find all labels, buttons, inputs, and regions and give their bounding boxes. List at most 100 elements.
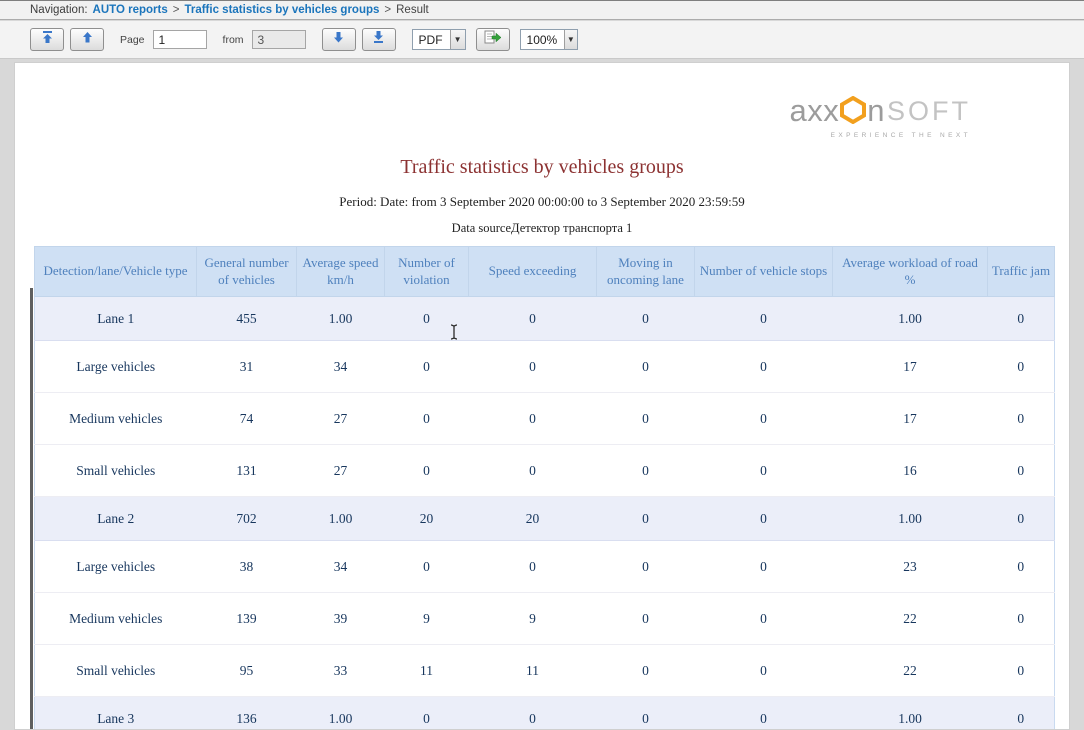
value-cell: 20 [385,497,469,541]
value-cell: 0 [469,445,597,497]
row-label-cell: Medium vehicles [35,593,197,645]
caret-down-icon: ▼ [450,30,465,49]
logo-text: n [867,93,885,129]
value-cell: 0 [695,645,833,697]
value-cell: 16 [833,445,988,497]
column-header: General number of vehicles [197,247,297,297]
column-header: Speed exceeding [469,247,597,297]
zoom-value: 100% [527,33,558,47]
value-cell: 0 [988,341,1055,393]
page-label: Page [120,34,145,46]
value-cell: 0 [695,593,833,645]
value-cell: 11 [385,645,469,697]
page-number-input[interactable] [153,30,207,49]
value-cell: 0 [597,341,695,393]
export-button[interactable] [476,28,510,51]
table-row: Lane 31361.0000001.000 [35,697,1055,730]
value-cell: 39 [297,593,385,645]
table-row: Lane 14551.0000001.000 [35,297,1055,341]
value-cell: 17 [833,341,988,393]
row-label-cell: Small vehicles [35,445,197,497]
value-cell: 1.00 [833,697,988,730]
value-cell: 9 [385,593,469,645]
value-cell: 0 [695,541,833,593]
prev-page-button[interactable] [70,28,104,51]
axxonsoft-logo: axx n SOFT EXPERIENCE THE NEXT [790,93,972,139]
value-cell: 33 [297,645,385,697]
row-label-cell: Lane 3 [35,697,197,730]
column-header: Moving in oncoming lane [597,247,695,297]
value-cell: 0 [385,393,469,445]
value-cell: 0 [385,341,469,393]
value-cell: 0 [597,541,695,593]
row-label-cell: Lane 1 [35,297,197,341]
row-label-cell: Small vehicles [35,645,197,697]
value-cell: 9 [469,593,597,645]
caret-down-icon: ▼ [564,30,576,49]
arrow-up-bar-icon [41,30,54,49]
value-cell: 11 [469,645,597,697]
value-cell: 0 [469,341,597,393]
breadcrumb-label: Navigation: [30,4,88,16]
value-cell: 17 [833,393,988,445]
breadcrumb-separator: > [384,4,391,16]
column-header: Traffic jam [988,247,1055,297]
row-label-cell: Medium vehicles [35,393,197,445]
logo-text: axx [790,93,840,129]
value-cell: 0 [988,593,1055,645]
value-cell: 1.00 [297,497,385,541]
breadcrumb-report-name[interactable]: Traffic statistics by vehicles groups [184,4,379,16]
report-title: Traffic statistics by vehicles groups [15,156,1069,179]
table-row: Large vehicles38340000230 [35,541,1055,593]
text-cursor-icon [448,323,460,346]
value-cell: 1.00 [297,297,385,341]
value-cell: 95 [197,645,297,697]
value-cell: 0 [597,593,695,645]
table-row: Small vehicles9533111100220 [35,645,1055,697]
value-cell: 0 [695,393,833,445]
value-cell: 0 [988,445,1055,497]
report-toolbar: Page from PDF ▼ 100% ▼ [0,21,1084,59]
arrow-down-bar-icon [372,30,385,49]
value-cell: 38 [197,541,297,593]
row-label-cell: Lane 2 [35,497,197,541]
value-cell: 139 [197,593,297,645]
next-page-button[interactable] [322,28,356,51]
value-cell: 0 [695,297,833,341]
row-label-cell: Large vehicles [35,341,197,393]
value-cell: 0 [695,497,833,541]
value-cell: 74 [197,393,297,445]
value-cell: 0 [695,697,833,730]
value-cell: 0 [597,297,695,341]
report-page: axx n SOFT EXPERIENCE THE NEXT Traffic s… [14,62,1070,730]
value-cell: 0 [469,393,597,445]
last-page-button[interactable] [362,28,396,51]
breadcrumb-auto-reports[interactable]: AUTO reports [93,4,168,16]
value-cell: 31 [197,341,297,393]
value-cell: 0 [597,445,695,497]
value-cell: 702 [197,497,297,541]
first-page-button[interactable] [30,28,64,51]
vertical-scrollbar[interactable] [30,288,33,730]
value-cell: 0 [988,541,1055,593]
breadcrumb-separator: > [173,4,180,16]
export-format-value: PDF [419,33,443,47]
export-format-select[interactable]: PDF ▼ [412,29,466,50]
arrow-up-icon [81,30,94,49]
value-cell: 0 [597,645,695,697]
value-cell: 0 [597,393,695,445]
value-cell: 1.00 [833,297,988,341]
zoom-select[interactable]: 100% ▼ [520,29,578,50]
from-label: from [223,34,244,46]
value-cell: 1.00 [833,497,988,541]
value-cell: 1.00 [297,697,385,730]
value-cell: 23 [833,541,988,593]
value-cell: 0 [695,341,833,393]
column-header: Detection/lane/Vehicle type [35,247,197,297]
row-label-cell: Large vehicles [35,541,197,593]
value-cell: 131 [197,445,297,497]
value-cell: 34 [297,541,385,593]
total-pages-field [252,30,306,49]
report-period: Period: Date: from 3 September 2020 00:0… [15,194,1069,210]
breadcrumb-result: Result [396,4,429,16]
